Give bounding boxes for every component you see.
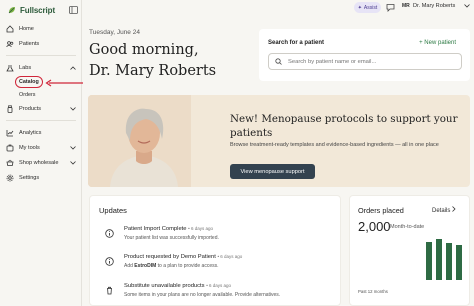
info-icon [105,229,114,238]
sidebar: Fullscript Home Patients Labs Catalog Or… [0,0,83,306]
search-card-title: Search for a patient [268,40,325,46]
update-text: Some items in your plans are no longer a… [124,292,281,298]
greeting-user-name: Dr. Mary Roberts [89,63,217,79]
view-menopause-support-button[interactable]: View menopause support [230,164,315,179]
update-text: Add [124,263,135,269]
collapse-sidebar-icon[interactable] [66,3,80,17]
orders-placed-card: Orders placed Details 2,000 Month-to-dat… [349,195,470,306]
sidebar-item-my-tools[interactable]: My tools [0,140,82,155]
orders-bar [426,242,432,280]
update-text: Your patient list was successfully impor… [124,235,219,241]
sidebar-divider [6,55,76,56]
fullscript-leaf-icon [8,7,15,14]
chevron-down-icon [69,144,76,151]
update-heading: Substitute unavailable products • 6 days… [124,283,231,289]
update-time: • 6 days ago [206,283,232,288]
new-patient-link[interactable]: + New patient [419,40,456,46]
info-icon [105,257,114,266]
chevron-up-icon [69,64,76,71]
details-label: Details [432,208,451,214]
catalog-highlight-outline [15,76,43,88]
sidebar-item-label: Labs [19,64,32,71]
chevron-right-icon [452,206,456,212]
trash-icon [107,286,112,295]
sidebar-item-labs[interactable]: Labs [0,60,82,75]
assist-button[interactable]: ✦ Assist [354,2,381,13]
orders-details-link[interactable]: Details [432,206,456,214]
chevron-down-icon [69,105,76,112]
chevron-down-icon[interactable] [464,4,470,8]
updates-title: Updates [99,206,127,215]
sidebar-item-products[interactable]: Products [0,101,82,116]
greeting-heading: Good morning, Dr. Mary Roberts [89,40,259,82]
analytics-icon [6,129,14,137]
update-heading: Patient Import Complete • 6 days ago [124,226,213,232]
gear-icon [6,174,14,182]
sidebar-item-patients[interactable]: Patients [0,36,82,51]
sidebar-item-label: Shop wholesale [19,159,59,166]
wholesale-icon [6,159,14,167]
sidebar-divider [6,120,76,121]
sidebar-subitem-orders[interactable]: Orders [0,88,82,101]
brand-name: Fullscript [20,5,56,15]
promo-banner: New! Menopause protocols to support your… [88,95,470,187]
woman-portrait-image [88,95,191,187]
sidebar-item-label: Analytics [19,129,42,136]
sidebar-item-label: Patients [19,40,40,47]
sidebar-item-home[interactable]: Home [0,21,82,36]
sidebar-nav: Home Patients Labs Catalog Orders Produc… [0,21,82,185]
updates-card: Updates Patient Import Complete • 6 days… [89,195,341,306]
patient-search-field[interactable] [268,53,462,70]
tools-icon [6,144,14,152]
update-time: • 6 days ago [217,254,243,259]
products-icon [6,104,14,113]
update-title: Product requested by Demo Patient [124,254,216,260]
home-icon [6,24,14,33]
orders-count-label: Month-to-date [390,224,425,230]
chat-icon[interactable] [386,3,395,12]
banner-title: New! Menopause protocols to support your… [230,113,458,139]
update-title: Patient Import Complete [124,226,187,232]
sparkle-icon: ✦ [357,4,362,11]
top-bar: ✦ Assist MR Dr. Mary Roberts [83,0,474,16]
sidebar-item-settings[interactable]: Settings [0,170,82,185]
update-title: Substitute unavailable products [124,283,205,289]
patient-search-input[interactable] [288,58,458,65]
assist-label: Assist [363,4,378,11]
update-description: Add EstroDIM to a plan to provide access… [124,263,219,269]
chevron-down-icon [69,159,76,166]
sidebar-subitem-label: Orders [19,91,36,98]
annotation-arrow-icon [45,79,83,87]
orders-title: Orders placed [358,206,404,215]
orders-count: 2,000 [358,219,391,234]
current-date: Tuesday, June 24 [89,29,140,36]
sidebar-item-analytics[interactable]: Analytics [0,125,82,140]
user-name[interactable]: Dr. Mary Roberts [413,3,455,9]
orders-bar [456,245,462,280]
patients-icon [6,40,14,48]
labs-icon [6,64,14,72]
sidebar-item-label: Settings [19,174,40,181]
banner-description: Browse treatment-ready templates and evi… [230,142,439,148]
fullscript-logo[interactable]: Fullscript [7,4,55,16]
update-time: • 6 days ago [188,226,213,231]
orders-bar [446,243,452,280]
update-description: Some items in your plans are no longer a… [124,292,280,298]
sidebar-item-label: Products [19,105,42,112]
sidebar-item-shop-wholesale[interactable]: Shop wholesale [0,155,82,170]
search-icon [275,58,282,65]
orders-bar-chart [426,237,464,280]
patient-search-card: Search for a patient + New patient [259,29,470,81]
orders-bar [436,239,442,280]
avatar[interactable]: MR [402,3,410,9]
update-description: Your patient list was successfully impor… [124,235,219,241]
sidebar-item-label: Home [19,25,34,32]
product-name[interactable]: EstroDIM [134,263,156,269]
update-text: to a plan to provide access. [156,263,219,269]
greeting-line: Good morning, [89,42,199,58]
orders-period: Past 12 months [358,289,388,294]
update-heading: Product requested by Demo Patient • 6 da… [124,254,242,260]
sidebar-item-label: My tools [19,144,40,151]
